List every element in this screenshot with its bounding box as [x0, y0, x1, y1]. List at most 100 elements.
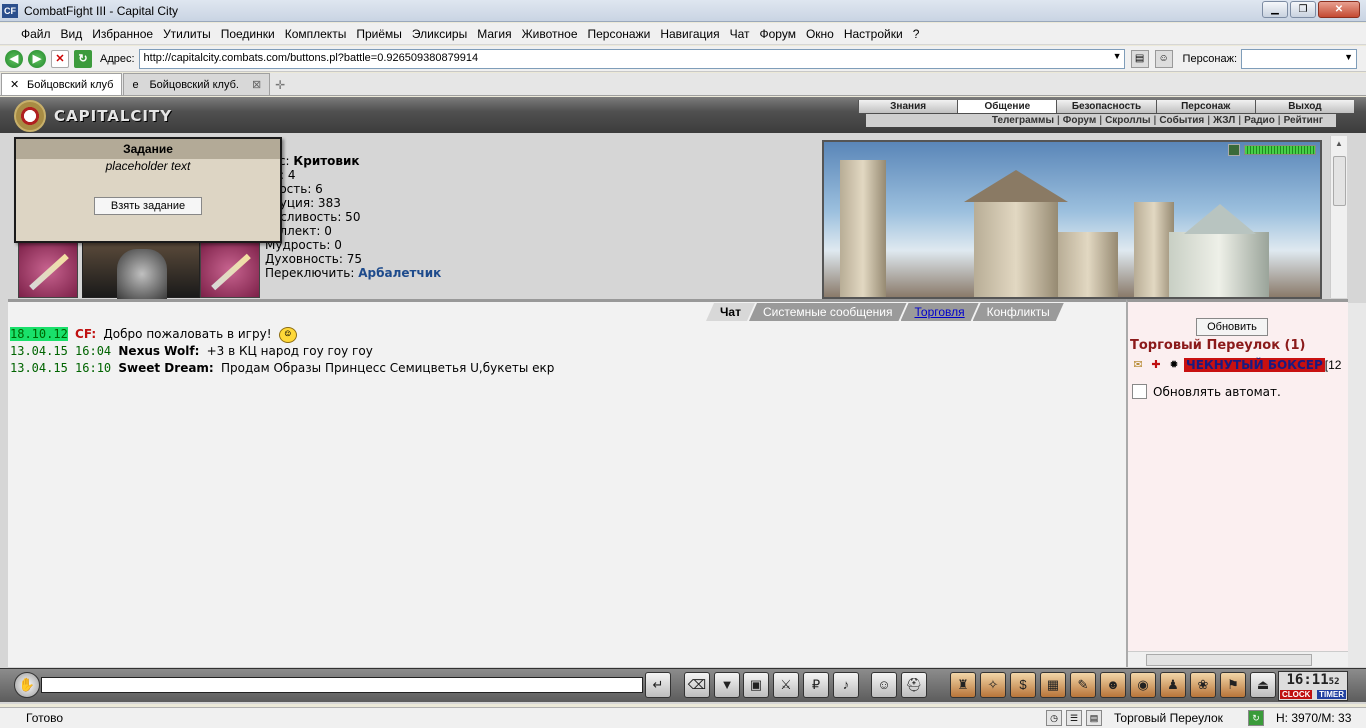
- maximize-button[interactable]: ❐: [1290, 1, 1316, 18]
- save-icon[interactable]: ▣: [743, 672, 769, 698]
- mask-icon[interactable]: ☻: [1100, 672, 1126, 698]
- clock-label[interactable]: CLOCK: [1280, 690, 1313, 699]
- subnav-radio[interactable]: Радио: [1241, 115, 1278, 126]
- scroll-thumb[interactable]: [1333, 156, 1346, 206]
- menu-chat[interactable]: Чат: [725, 23, 755, 45]
- refresh-icon[interactable]: ↻: [1248, 710, 1264, 726]
- character-avatar[interactable]: [82, 242, 200, 299]
- camera-icon[interactable]: ◉: [1130, 672, 1156, 698]
- game-logo[interactable]: CAPITALCITY: [14, 100, 172, 132]
- group-icon[interactable]: ♟: [1160, 672, 1186, 698]
- menu-view[interactable]: Вид: [56, 23, 88, 45]
- tab-fight-club-1[interactable]: ✕ Бойцовский клуб: [1, 73, 123, 95]
- chat-tab-trade[interactable]: Торговля: [901, 303, 979, 321]
- switch-link[interactable]: Арбалетчик: [358, 266, 441, 280]
- menu-navigation[interactable]: Навигация: [655, 23, 724, 45]
- clan-icon[interactable]: ✚: [1148, 358, 1164, 372]
- equipment-slot-right[interactable]: [200, 242, 260, 298]
- money-icon[interactable]: $: [1010, 672, 1036, 698]
- send-icon[interactable]: ↵: [645, 672, 671, 698]
- sound-icon[interactable]: ♪: [833, 672, 859, 698]
- chat-input[interactable]: [41, 677, 643, 693]
- room-hscrollbar[interactable]: [1128, 651, 1348, 667]
- auto-refresh-checkbox[interactable]: [1132, 384, 1147, 399]
- refresh-icon[interactable]: [1228, 144, 1240, 156]
- menu-magic[interactable]: Магия: [472, 23, 516, 45]
- scroll-icon[interactable]: ✎: [1070, 672, 1096, 698]
- smiley-icon[interactable]: ☺: [871, 672, 897, 698]
- message-nick[interactable]: CF:: [75, 327, 96, 341]
- clear-icon[interactable]: ⌫: [684, 672, 710, 698]
- menu-elixirs[interactable]: Эликсиры: [407, 23, 472, 45]
- page-icon[interactable]: ▤: [1130, 49, 1149, 68]
- trade-icon[interactable]: ₽: [803, 672, 829, 698]
- flag-icon[interactable]: ⚑: [1220, 672, 1246, 698]
- new-tab-button[interactable]: ✛: [270, 75, 290, 95]
- chat-tab-conflicts[interactable]: Конфликты: [973, 303, 1064, 321]
- menu-animal[interactable]: Животное: [517, 23, 583, 45]
- subnav-rating[interactable]: Рейтинг: [1281, 115, 1326, 126]
- subnav-telegrams[interactable]: Телеграммы: [989, 115, 1057, 126]
- forward-button[interactable]: ▶: [28, 49, 46, 68]
- close-icon[interactable]: ⊠: [252, 78, 261, 91]
- message-time[interactable]: 13.04.15 16:04: [10, 344, 111, 358]
- list-icon[interactable]: ☰: [1066, 710, 1082, 726]
- stop-button[interactable]: ✕: [51, 49, 69, 68]
- menu-forum[interactable]: Форум: [755, 23, 801, 45]
- room-refresh-button[interactable]: Обновить: [1196, 318, 1268, 336]
- player-name[interactable]: ЧЕКНУТЫЙ БОКСЕР: [1184, 358, 1325, 372]
- menu-favorites[interactable]: Избранное: [87, 23, 158, 45]
- fight-icon[interactable]: ⚔: [773, 672, 799, 698]
- tab-fight-club-2[interactable]: e Бойцовский клуб. ⊠: [123, 73, 271, 95]
- align-icon[interactable]: ✹: [1166, 358, 1182, 372]
- users-icon[interactable]: ☺: [1154, 49, 1173, 68]
- back-button[interactable]: ◀: [5, 49, 23, 68]
- equipment-slot-left[interactable]: [18, 242, 78, 298]
- message-nick[interactable]: Nexus Wolf:: [118, 344, 199, 358]
- scroll-up-icon[interactable]: ▲: [1331, 136, 1347, 152]
- chevron-down-icon[interactable]: ▼: [1113, 51, 1122, 61]
- spell-icon[interactable]: ✧: [980, 672, 1006, 698]
- message-time[interactable]: 13.04.15 16:10: [10, 361, 111, 375]
- character-select[interactable]: ▼: [1241, 48, 1358, 69]
- take-quest-button[interactable]: Взять задание: [94, 197, 202, 215]
- message-time[interactable]: 18.10.12: [10, 327, 68, 341]
- nav-exit[interactable]: Выход: [1254, 100, 1355, 113]
- subnav-zhzl[interactable]: ЖЗЛ: [1210, 115, 1238, 126]
- close-button[interactable]: ✕: [1318, 1, 1360, 18]
- paw-icon[interactable]: ❀: [1190, 672, 1216, 698]
- timer-label[interactable]: TIMER: [1317, 690, 1346, 699]
- subnav-events[interactable]: События: [1156, 115, 1207, 126]
- helmet-icon[interactable]: ⛑: [901, 672, 927, 698]
- menu-settings[interactable]: Настройки: [839, 23, 908, 45]
- nav-knowledge[interactable]: Знания: [858, 100, 958, 113]
- chat-tab-chat[interactable]: Чат: [706, 303, 755, 321]
- smiles-icon[interactable]: ✋: [14, 672, 40, 698]
- nav-communication[interactable]: Общение: [957, 100, 1057, 113]
- chest-icon[interactable]: ▦: [1040, 672, 1066, 698]
- info-scrollbar[interactable]: ▲: [1330, 136, 1347, 298]
- page-scrollbar[interactable]: [1348, 303, 1366, 667]
- exit-icon[interactable]: ⏏: [1250, 672, 1276, 698]
- menu-duels[interactable]: Поединки: [216, 23, 280, 45]
- menu-window[interactable]: Окно: [801, 23, 839, 45]
- menu-characters[interactable]: Персонажи: [583, 23, 656, 45]
- refresh-button[interactable]: ↻: [74, 49, 92, 68]
- chevron-down-icon[interactable]: ▼: [1344, 52, 1353, 62]
- menu-sets[interactable]: Комплекты: [280, 23, 352, 45]
- nav-character[interactable]: Персонаж: [1155, 100, 1255, 113]
- clock-icon[interactable]: ◷: [1046, 710, 1062, 726]
- scroll-thumb[interactable]: [1146, 654, 1312, 666]
- subnav-scrolls[interactable]: Скроллы: [1102, 115, 1153, 126]
- filter-icon[interactable]: ▼: [714, 672, 740, 698]
- message-nick[interactable]: Sweet Dream:: [118, 361, 213, 375]
- menu-techniques[interactable]: Приёмы: [351, 23, 407, 45]
- castle-image[interactable]: [822, 140, 1322, 299]
- nav-security[interactable]: Безопасность: [1056, 100, 1156, 113]
- address-input[interactable]: http://capitalcity.combats.com/buttons.p…: [138, 48, 1125, 69]
- menu-file[interactable]: Файл: [16, 23, 56, 45]
- chat-tab-system[interactable]: Системные сообщения: [749, 303, 907, 321]
- page-icon[interactable]: ▤: [1086, 710, 1102, 726]
- subnav-forum[interactable]: Форум: [1060, 115, 1099, 126]
- menu-help[interactable]: ?: [908, 23, 925, 45]
